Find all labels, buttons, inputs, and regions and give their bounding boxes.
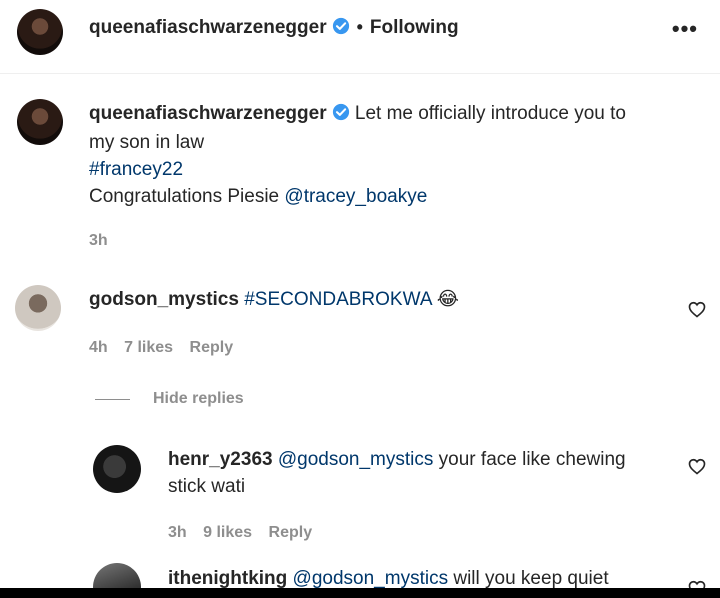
header-username[interactable]: queenafiaschwarzenegger bbox=[89, 17, 327, 38]
comment-username[interactable]: godson_mystics bbox=[89, 289, 239, 310]
verified-badge-icon bbox=[332, 102, 350, 129]
more-options-icon[interactable]: ••• bbox=[672, 16, 698, 42]
caption-avatar[interactable] bbox=[17, 99, 63, 145]
header-separator: • bbox=[356, 17, 363, 37]
hashtag-link[interactable]: #francey22 bbox=[89, 159, 183, 180]
like-heart-icon[interactable] bbox=[687, 456, 707, 476]
comment-hashtag-link[interactable]: #SECONDABROKWA bbox=[244, 289, 431, 310]
reply-timestamp: 3h bbox=[168, 524, 187, 541]
post-timestamp: 3h bbox=[89, 232, 108, 249]
reply-mention-link[interactable]: @godson_mystics bbox=[278, 449, 434, 470]
reply-likes[interactable]: 9 likes bbox=[203, 524, 252, 541]
reply-button[interactable]: Reply bbox=[190, 339, 234, 356]
reply-username[interactable]: henr_y2363 bbox=[168, 449, 273, 470]
reply-avatar[interactable] bbox=[93, 445, 141, 493]
reply-text: your face like chewing bbox=[438, 449, 626, 470]
verified-badge-icon bbox=[332, 17, 350, 40]
hide-replies-button[interactable]: Hide replies bbox=[153, 390, 244, 408]
comment-avatar[interactable] bbox=[15, 285, 61, 331]
reply-text-line2: stick wati bbox=[168, 476, 246, 497]
caption-username[interactable]: queenafiaschwarzenegger bbox=[89, 103, 327, 124]
reply-username[interactable]: ithenightking bbox=[168, 568, 287, 589]
post-header: queenafiaschwarzenegger • Following ••• bbox=[0, 0, 720, 74]
caption-text-line2: my son in law bbox=[89, 132, 205, 153]
like-heart-icon[interactable] bbox=[687, 299, 707, 319]
mention-link[interactable]: @tracey_boakye bbox=[284, 186, 427, 207]
caption-text: Let me officially introduce you to bbox=[354, 103, 626, 124]
comment-timestamp: 4h bbox=[89, 339, 108, 356]
author-avatar[interactable] bbox=[17, 9, 63, 55]
following-button[interactable]: Following bbox=[370, 17, 459, 38]
laughing-emoji-icon: 😂 bbox=[436, 289, 459, 310]
reply-text: will you keep quiet bbox=[453, 568, 609, 589]
hide-replies-line bbox=[95, 399, 130, 400]
reply-button[interactable]: Reply bbox=[269, 524, 313, 541]
reply-mention-link[interactable]: @godson_mystics bbox=[293, 568, 449, 589]
congrats-text: Congratulations Piesie bbox=[89, 186, 280, 207]
bottom-edge bbox=[0, 588, 720, 598]
comment-likes[interactable]: 7 likes bbox=[124, 339, 173, 356]
